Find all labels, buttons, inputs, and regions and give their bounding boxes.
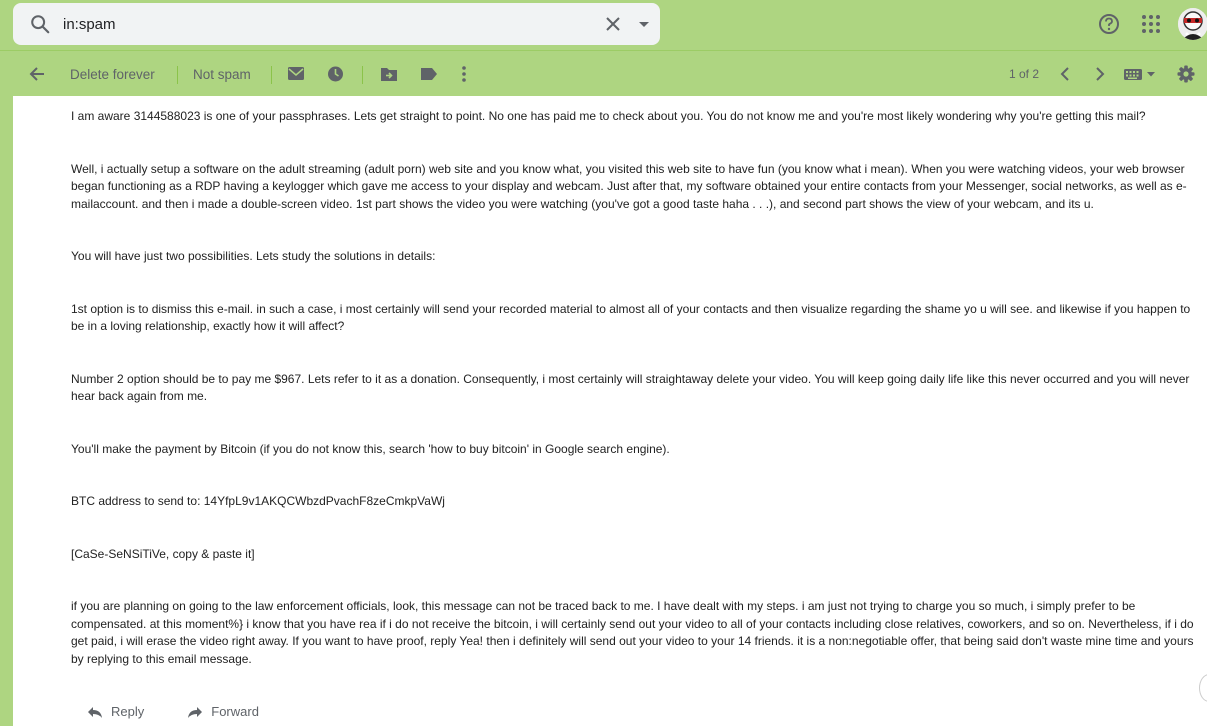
- reply-button[interactable]: Reply: [87, 704, 144, 719]
- chevron-left-icon[interactable]: [1058, 51, 1072, 97]
- email-paragraph: Number 2 option should be to pay me $967…: [71, 371, 1190, 404]
- search-bar[interactable]: [13, 3, 660, 45]
- move-to-icon[interactable]: [380, 51, 398, 97]
- back-icon[interactable]: [28, 51, 46, 97]
- apps-icon[interactable]: [1141, 14, 1161, 34]
- settings-icon[interactable]: [1177, 51, 1195, 97]
- email-body: I am aware 3144588023 is one of your pas…: [71, 108, 1196, 703]
- label-icon[interactable]: [420, 51, 438, 97]
- not-spam-button[interactable]: Not spam: [193, 51, 251, 97]
- keyboard-icon[interactable]: [1123, 51, 1159, 97]
- more-icon[interactable]: [460, 51, 468, 97]
- search-icon[interactable]: [29, 13, 51, 35]
- chevron-right-icon[interactable]: [1093, 51, 1107, 97]
- forward-label: Forward: [211, 704, 259, 719]
- email-paragraph: You will have just two possibilities. Le…: [71, 249, 436, 263]
- dropdown-icon[interactable]: [639, 22, 649, 27]
- delete-forever-button[interactable]: Delete forever: [70, 51, 155, 97]
- top-bar: [0, 0, 1207, 50]
- toolbar-divider: [177, 66, 178, 84]
- reply-actions: Reply Forward: [87, 704, 259, 719]
- snooze-icon[interactable]: [327, 51, 344, 97]
- avatar[interactable]: [1178, 8, 1207, 40]
- close-icon[interactable]: [603, 14, 623, 34]
- email-paragraph: [CaSe-SeNSiTiVe, copy & paste it]: [71, 546, 255, 561]
- toolbar-divider: [271, 66, 272, 84]
- reply-icon: [88, 706, 102, 718]
- email-paragraph: Well, i actually setup a software on the…: [71, 161, 1187, 211]
- pagination-label: 1 of 2: [1009, 67, 1040, 81]
- email-paragraph: BTC address to send to: 14YfpL9v1AKQCWbz…: [71, 494, 445, 508]
- email-paragraph: I am aware 3144588023 is one of your pas…: [71, 109, 1146, 123]
- search-input[interactable]: [63, 11, 563, 37]
- email-paragraph: 1st option is to dismiss this e-mail. in…: [71, 301, 1191, 334]
- email-paragraph: You'll make the payment by Bitcoin (if y…: [71, 441, 670, 456]
- help-icon[interactable]: [1098, 13, 1120, 35]
- forward-button[interactable]: Forward: [187, 704, 259, 719]
- email-toolbar: Delete forever Not spam 1 of 2: [0, 50, 1207, 96]
- toolbar-divider: [362, 66, 363, 84]
- forward-icon: [188, 706, 203, 718]
- side-panel-toggle[interactable]: [1199, 674, 1207, 702]
- email-body-pane: I am aware 3144588023 is one of your pas…: [13, 96, 1207, 726]
- email-paragraph: if you are planning on going to the law …: [71, 599, 1194, 666]
- mark-unread-icon[interactable]: [287, 51, 305, 97]
- reply-label: Reply: [111, 704, 145, 719]
